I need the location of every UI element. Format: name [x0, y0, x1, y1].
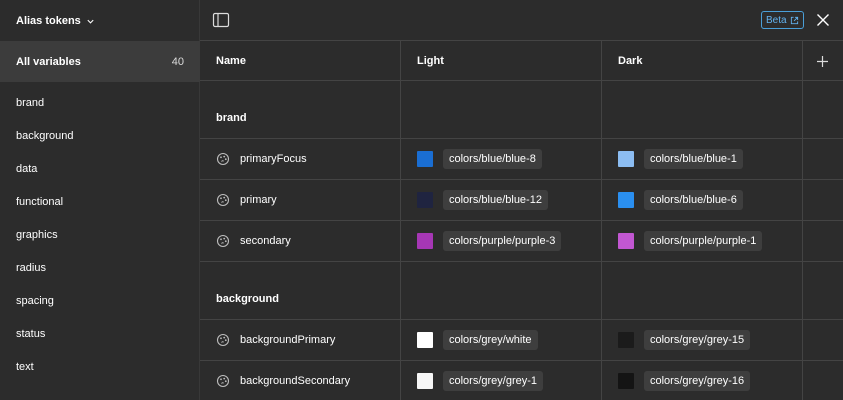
- column-divider: [601, 41, 602, 400]
- color-variable-icon: [216, 193, 230, 207]
- beta-badge[interactable]: Beta: [761, 11, 804, 29]
- group-header-brand: brand: [200, 81, 843, 139]
- group-header-background: background: [200, 262, 843, 320]
- external-link-icon: [790, 16, 798, 24]
- column-header-light[interactable]: Light: [401, 41, 601, 81]
- variable-name-cell[interactable]: backgroundPrimary: [216, 320, 335, 360]
- dark-value-cell[interactable]: colors/blue/blue-1: [618, 139, 743, 179]
- collection-dropdown[interactable]: Alias tokens: [16, 13, 95, 29]
- dark-value-cell[interactable]: colors/grey/grey-15: [618, 320, 751, 360]
- color-swatch: [618, 151, 634, 167]
- column-header-name: Name: [200, 41, 400, 81]
- chevron-down-icon: [87, 19, 94, 24]
- alias-pill[interactable]: colors/blue/blue-1: [644, 149, 743, 169]
- variable-name-cell[interactable]: primaryFocus: [216, 139, 307, 179]
- color-swatch: [618, 192, 634, 208]
- alias-pill[interactable]: colors/purple/purple-1: [644, 231, 763, 251]
- alias-pill[interactable]: colors/grey/white: [443, 330, 538, 350]
- variable-name: primaryFocus: [240, 153, 307, 165]
- variable-name: primary: [240, 194, 277, 206]
- column-header-dark[interactable]: Dark: [602, 41, 802, 81]
- all-variables-label: All variables: [16, 55, 81, 68]
- sidebar-item-functional[interactable]: functional: [0, 185, 200, 218]
- variable-name: backgroundPrimary: [240, 334, 336, 346]
- plus-icon: [817, 55, 828, 67]
- sidebar-item-brand[interactable]: brand: [0, 86, 200, 119]
- variable-name-cell[interactable]: secondary: [216, 221, 291, 261]
- color-variable-icon: [216, 152, 230, 166]
- sidebar-item-radius[interactable]: radius: [0, 251, 200, 284]
- sidebar-item-graphics[interactable]: graphics: [0, 218, 200, 251]
- light-value-cell[interactable]: colors/grey/grey-1: [417, 361, 544, 400]
- light-value-cell[interactable]: colors/purple/purple-3: [417, 221, 562, 261]
- table-row[interactable]: backgroundSecondary colors/grey/grey-1 col…: [200, 361, 843, 400]
- alias-pill[interactable]: colors/blue/blue-6: [644, 190, 743, 210]
- add-mode-button[interactable]: [802, 41, 843, 81]
- column-light-label: Light: [417, 55, 444, 67]
- color-swatch: [417, 192, 433, 208]
- sidebar-item-spacing[interactable]: spacing: [0, 284, 200, 317]
- group-list: brand background data functional graphics rad…: [0, 86, 200, 383]
- sidebar-item-status[interactable]: status: [0, 317, 200, 350]
- sidebar-toggle-icon[interactable]: [212, 12, 230, 28]
- sidebar-item-text[interactable]: text: [0, 350, 200, 383]
- variable-name-cell[interactable]: backgroundSecondary: [216, 361, 350, 400]
- alias-pill[interactable]: colors/grey/grey-16: [644, 371, 751, 391]
- variables-count: 40: [171, 55, 184, 68]
- variable-name: backgroundSecondary: [240, 375, 351, 387]
- color-variable-icon: [216, 333, 230, 347]
- light-value-cell[interactable]: colors/blue/blue-8: [417, 139, 542, 179]
- sidebar-item-data[interactable]: data: [0, 152, 200, 185]
- table-row[interactable]: backgroundPrimary colors/grey/white colors…: [200, 320, 843, 361]
- color-swatch: [618, 332, 634, 348]
- column-dark-label: Dark: [618, 55, 643, 67]
- table-header: Name Light Dark: [200, 41, 843, 81]
- variable-name-cell[interactable]: primary: [216, 180, 277, 220]
- table-row[interactable]: secondary colors/purple/purple-3 colors/pu…: [200, 221, 843, 262]
- close-icon[interactable]: [814, 11, 832, 29]
- dark-value-cell[interactable]: colors/grey/grey-16: [618, 361, 751, 400]
- dark-value-cell[interactable]: colors/blue/blue-6: [618, 180, 743, 220]
- beta-label: Beta: [766, 14, 787, 26]
- variables-table-panel: Beta Name Light Dark brand primaryFocus co…: [200, 0, 843, 400]
- alias-pill[interactable]: colors/blue/blue-8: [443, 149, 542, 169]
- collection-label: Alias tokens: [16, 15, 81, 27]
- color-swatch: [618, 373, 634, 389]
- dark-value-cell[interactable]: colors/purple/purple-1: [618, 221, 763, 261]
- color-variable-icon: [216, 374, 230, 388]
- table-row[interactable]: primary colors/blue/blue-12 colors/blue/bl…: [200, 180, 843, 221]
- alias-pill[interactable]: colors/grey/grey-15: [644, 330, 751, 350]
- light-value-cell[interactable]: colors/grey/white: [417, 320, 538, 360]
- color-swatch: [417, 151, 433, 167]
- color-swatch: [417, 373, 433, 389]
- sidebar-item-all-variables[interactable]: All variables 40: [0, 41, 200, 82]
- column-divider: [802, 41, 803, 400]
- table-row[interactable]: primaryFocus colors/blue/blue-8 colors/blu…: [200, 139, 843, 180]
- alias-pill[interactable]: colors/grey/grey-1: [443, 371, 544, 391]
- color-swatch: [417, 233, 433, 249]
- alias-pill[interactable]: colors/purple/purple-3: [443, 231, 562, 251]
- color-variable-icon: [216, 234, 230, 248]
- alias-pill[interactable]: colors/blue/blue-12: [443, 190, 548, 210]
- sidebar: Alias tokens All variables 40 brand backg…: [0, 0, 200, 400]
- color-swatch: [417, 332, 433, 348]
- light-value-cell[interactable]: colors/blue/blue-12: [417, 180, 548, 220]
- toolbar: Beta: [200, 0, 843, 41]
- variable-name: secondary: [240, 235, 291, 247]
- sidebar-item-background[interactable]: background: [0, 119, 200, 152]
- column-name-label: Name: [216, 55, 246, 67]
- column-divider: [400, 41, 401, 400]
- color-swatch: [618, 233, 634, 249]
